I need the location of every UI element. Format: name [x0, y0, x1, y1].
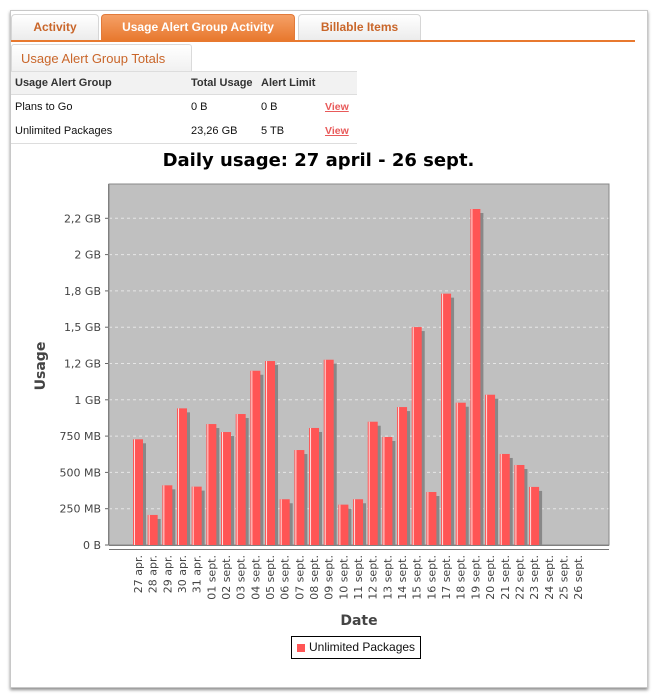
x-tick-label: 26 sept.	[572, 555, 585, 600]
x-tick-label: 31 apr.	[191, 555, 204, 593]
bar-highlight	[324, 359, 326, 545]
bar-highlight	[530, 486, 532, 545]
x-tick-label: 25 sept.	[557, 555, 570, 600]
x-tick-label: 29 apr.	[161, 555, 174, 593]
bar-highlight	[412, 327, 414, 545]
x-tick-label: 28 apr.	[147, 555, 160, 593]
bar-highlight	[266, 361, 268, 545]
bar-highlight	[310, 427, 312, 545]
bar-highlight	[280, 499, 282, 545]
x-tick-label: 20 sept.	[484, 555, 497, 600]
bar-highlight	[354, 499, 356, 545]
x-tick-label: 24 sept.	[543, 555, 556, 600]
bar-highlight	[500, 453, 502, 545]
legend-label: Unlimited Packages	[309, 640, 416, 654]
legend-swatch	[297, 643, 305, 652]
x-tick-label: 01 sept.	[205, 555, 218, 600]
bar-highlight	[442, 293, 444, 545]
bar-highlight	[383, 436, 385, 545]
bar-highlight	[398, 407, 400, 545]
x-tick-label: 30 apr.	[176, 555, 189, 593]
bar-highlight	[515, 464, 517, 545]
bar-highlight	[134, 439, 135, 545]
chart-legend: Unlimited Packages	[291, 636, 422, 659]
bar-highlight	[295, 450, 297, 545]
bar-highlight	[178, 408, 180, 545]
bar-highlight	[163, 485, 165, 545]
y-tick-label: 0 B	[83, 539, 101, 552]
x-tick-label: 13 sept.	[381, 555, 394, 600]
x-tick-label: 08 sept.	[308, 555, 321, 600]
x-tick-label: 27 apr.	[132, 555, 145, 593]
y-tick-label: 500 MB	[59, 466, 101, 479]
x-tick-label: 23 sept.	[528, 555, 541, 600]
x-tick-label: 09 sept.	[323, 555, 336, 600]
bar-highlight	[486, 394, 488, 545]
bar-highlight	[251, 370, 253, 545]
x-tick-label: 03 sept.	[235, 555, 248, 600]
x-tick-label: 16 sept.	[425, 555, 438, 600]
x-tick-label: 21 sept.	[499, 555, 512, 600]
bar-highlight	[339, 504, 341, 545]
x-tick-label: 02 sept.	[220, 555, 233, 600]
bar-highlight	[471, 209, 473, 545]
bar-highlight	[192, 486, 194, 545]
bar-highlight	[207, 424, 209, 545]
x-tick-label: 22 sept.	[513, 555, 526, 600]
y-tick-label: 2,2 GB	[64, 212, 101, 225]
y-axis-label: Usage	[33, 342, 49, 391]
bar-highlight	[222, 432, 224, 545]
x-tick-label: 15 sept.	[411, 555, 424, 600]
x-axis-label: Date	[340, 613, 377, 629]
x-tick-label: 11 sept.	[352, 555, 365, 600]
x-tick-label: 19 sept.	[469, 555, 482, 600]
x-tick-label: 05 sept.	[264, 555, 277, 600]
y-tick-label: 1 GB	[74, 394, 101, 407]
bar-highlight	[236, 414, 238, 545]
bar-highlight	[427, 492, 429, 545]
x-tick-label: 10 sept.	[337, 555, 350, 600]
bar-highlight	[368, 421, 370, 545]
x-tick-label: 12 sept.	[367, 555, 380, 600]
x-tick-label: 04 sept.	[249, 555, 262, 600]
bar-highlight	[456, 402, 458, 545]
y-tick-label: 1,5 GB	[64, 321, 101, 334]
usage-bar-chart: 0 B 250 MB 500 MB 750 MB 1 GB 1,2 GB 1,5 GB 1,8…	[33, 183, 610, 629]
y-tick-label: 750 MB	[59, 430, 101, 443]
y-tick-label: 2 GB	[74, 249, 101, 262]
bar-highlight	[148, 514, 150, 545]
x-tick-label: 18 sept.	[455, 555, 468, 600]
x-tick-label: 07 sept.	[293, 555, 306, 600]
y-tick-label: 1,2 GB	[64, 358, 101, 371]
x-tick-label: 06 sept.	[279, 555, 292, 600]
y-tick-label: 250 MB	[59, 503, 101, 516]
x-tick-label: 17 sept.	[440, 555, 453, 600]
y-tick-label: 1,8 GB	[64, 285, 101, 298]
x-tick-label: 14 sept.	[396, 555, 409, 600]
